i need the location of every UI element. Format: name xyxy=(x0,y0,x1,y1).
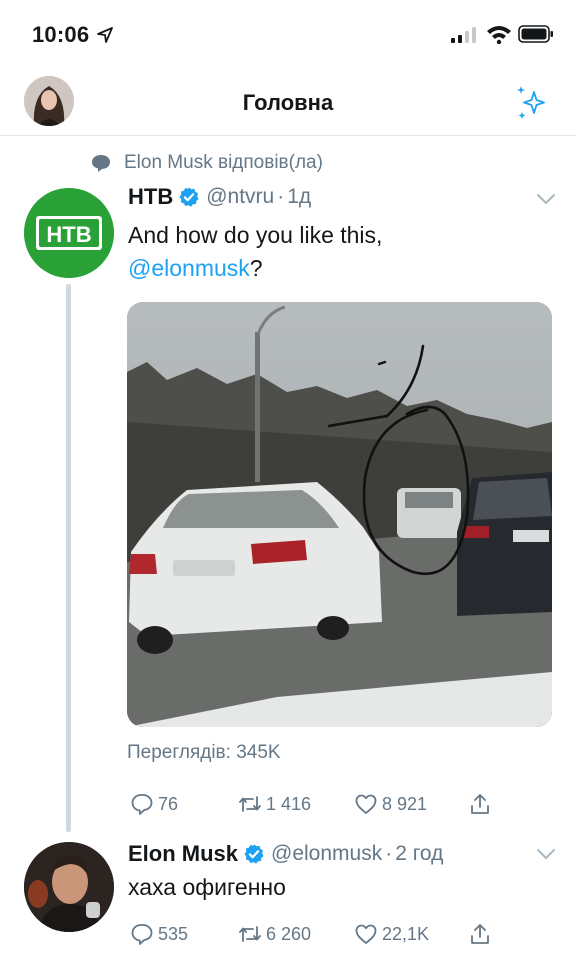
retweet-count: 6 260 xyxy=(266,923,312,944)
heart-icon xyxy=(355,794,377,814)
sparkle-icon[interactable] xyxy=(512,82,552,122)
page-title: Головна xyxy=(242,90,334,115)
verified-badge-icon xyxy=(244,844,264,864)
status-time: 10:06 xyxy=(32,22,90,47)
tweet-text-line: @elonmusk? xyxy=(128,252,382,285)
author-name[interactable]: Elon Musk xyxy=(128,841,238,867)
share-icon xyxy=(471,924,489,944)
reply-context[interactable]: Elon Musk відповів(ла) xyxy=(90,150,323,176)
tweet-header: НТВ @ntvru · 1д xyxy=(128,184,311,210)
like-button[interactable]: 8 921 xyxy=(354,792,427,816)
share-icon xyxy=(471,794,489,814)
reply-count: 535 xyxy=(158,923,189,944)
chevron-down-icon[interactable] xyxy=(536,847,556,861)
reply-count: 76 xyxy=(158,793,179,814)
like-button[interactable]: 22,1K xyxy=(354,922,429,946)
tweet-actions: 535 6 260 22,1K xyxy=(130,922,500,946)
tweet-text: And how do you like this, @elonmusk? xyxy=(128,219,382,285)
author-handle[interactable]: @ntvru xyxy=(206,185,274,209)
author-handle[interactable]: @elonmusk xyxy=(271,842,382,866)
location-arrow-icon xyxy=(97,27,113,43)
reply-button[interactable]: 535 xyxy=(130,922,188,946)
share-button[interactable] xyxy=(468,922,496,946)
ntv-logo-icon: НТВ xyxy=(24,188,114,278)
cellular-signal-icon xyxy=(451,27,476,43)
like-count: 8 921 xyxy=(382,793,428,814)
reply-icon xyxy=(131,924,153,945)
retweet-icon xyxy=(239,926,261,942)
tweet-time: 2 год xyxy=(395,842,444,865)
reply-icon xyxy=(131,794,153,815)
elon-musk-avatar[interactable] xyxy=(24,842,114,932)
reply-context-text: Elon Musk відповів(ла) xyxy=(124,152,323,173)
video-media[interactable] xyxy=(127,302,552,727)
reply-button[interactable]: 76 xyxy=(130,792,178,816)
speech-bubble-icon xyxy=(92,155,110,172)
tweet-text-line: And how do you like this, xyxy=(128,222,383,248)
mention-link[interactable]: @elonmusk xyxy=(128,255,250,281)
tweet-header: Elon Musk @elonmusk · 2 год xyxy=(128,841,443,867)
heart-icon xyxy=(355,924,377,944)
ntv-avatar[interactable]: НТВ xyxy=(24,188,114,278)
chevron-down-icon[interactable] xyxy=(536,192,556,206)
retweet-button[interactable]: 6 260 xyxy=(238,922,311,946)
ntv-logo-text: НТВ xyxy=(46,222,91,247)
wifi-icon xyxy=(487,26,511,44)
separator-dot: · xyxy=(385,842,393,865)
status-bar: 10:06 xyxy=(0,0,576,70)
tweet-text-end: ? xyxy=(249,255,263,281)
author-name[interactable]: НТВ xyxy=(128,184,173,210)
elon-musk-photo xyxy=(24,842,114,932)
view-count: Переглядів: 345K xyxy=(127,742,281,763)
retweet-button[interactable]: 1 416 xyxy=(238,792,311,816)
retweet-icon xyxy=(239,796,261,812)
battery-icon xyxy=(518,25,553,43)
tweet-actions: 76 1 416 8 921 xyxy=(130,792,500,816)
like-count: 22,1K xyxy=(382,923,430,944)
top-navigation-header: Головна xyxy=(0,70,576,136)
tweet-text: хаха офигенно xyxy=(128,874,286,900)
verified-badge-icon xyxy=(179,187,199,207)
tweet-time: 1д xyxy=(287,185,312,208)
share-button[interactable] xyxy=(468,792,496,816)
retweet-count: 1 416 xyxy=(266,793,312,814)
thread-connector-line xyxy=(66,284,71,832)
video-frame-image xyxy=(127,302,552,727)
separator-dot: · xyxy=(277,185,285,208)
